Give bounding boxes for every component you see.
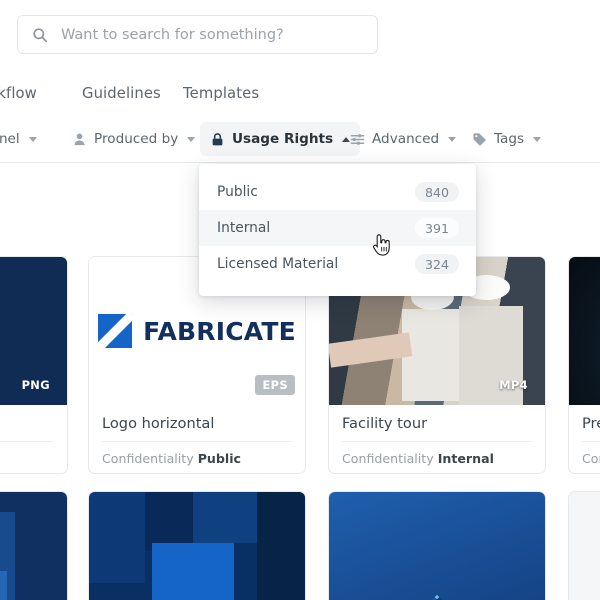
asset-meta: Confidentiality Internal [342,441,532,466]
asset-card-body: Pre Con [569,405,600,473]
asset-card[interactable]: Pre Con [568,256,600,474]
dropdown-option-count: 391 [414,218,459,238]
asset-meta-label: Confidentiality [102,451,194,466]
format-badge: MP4 [499,378,528,392]
asset-thumbnail [569,492,600,600]
filter-produced-by-label: Produced by [94,131,179,147]
nav-tabs: orkflow Guidelines Templates [0,76,600,110]
chevron-down-icon [28,136,37,142]
nav-tab-guidelines[interactable]: Guidelines [82,85,161,102]
asset-thumbnail [569,257,600,405]
format-badge: EPS [255,375,295,395]
search-bar[interactable] [17,15,378,54]
filter-channel[interactable]: annel [0,122,47,156]
nav-tab-workflow[interactable]: orkflow [0,85,37,102]
dropdown-option-licensed-material[interactable]: Licensed Material 324 [199,246,476,282]
asset-thumbnail [0,492,67,600]
nav-tab-templates[interactable]: Templates [183,85,259,102]
format-badge: PNG [21,378,50,392]
dropdown-option-label: Public [217,184,258,200]
asset-thumbnail [89,492,305,600]
fabricate-logo: FABRICATE [98,314,296,348]
dropdown-option-count: 324 [414,254,459,274]
tag-icon [472,132,487,147]
app-root: orkflow Guidelines Templates annel Produ… [0,0,600,600]
asset-title: Pre [582,415,600,432]
filter-produced-by[interactable]: Produced by [62,122,205,156]
dropdown-option-label: Licensed Material [217,256,339,272]
chevron-down-icon [187,136,196,142]
fabricate-logo-wordmark: FABRICATE [143,316,296,346]
chevron-down-icon [533,136,542,142]
asset-meta-value: Public [197,451,242,466]
dropdown-option-public[interactable]: Public 840 [199,174,476,210]
dropdown-option-count: 840 [414,182,459,202]
dropdown-option-internal[interactable]: Internal 391 [199,210,476,246]
asset-meta-label: Con [582,451,600,466]
sliders-icon [350,132,365,147]
person-icon [72,132,87,147]
filter-bar: annel Produced by Usage Rights [0,115,600,163]
asset-grid: ATE PNG d FABRICA [0,248,600,600]
asset-thumbnail: ATE PNG [0,257,67,405]
asset-title: d [0,415,54,441]
filter-usage-rights-label: Usage Rights [232,131,334,147]
filter-advanced[interactable]: Advanced [340,122,466,156]
chevron-down-icon [448,136,457,142]
asset-card[interactable] [328,491,546,600]
filter-tags[interactable]: Tags [462,122,551,156]
search-bar-container [17,15,378,54]
asset-grid-row-2 [0,483,600,600]
thumbnail-art-dark [569,257,600,405]
filter-channel-label: annel [0,131,20,147]
filter-tags-label: Tags [494,131,525,147]
filter-usage-rights[interactable]: Usage Rights [200,122,361,156]
fabricate-logo-mark-icon [98,314,133,348]
asset-meta-value: Internal [437,451,494,466]
asset-card[interactable] [0,491,68,600]
asset-title: Logo horizontal [102,415,215,432]
asset-card-body: d [0,405,67,473]
search-icon [32,27,48,43]
dropdown-option-label: Internal [217,220,271,236]
asset-thumbnail [329,492,545,600]
filter-advanced-label: Advanced [372,131,440,147]
asset-title: Facility tour [342,415,428,432]
asset-card[interactable]: ATE PNG d [0,256,68,474]
asset-meta: Con [582,441,600,466]
asset-meta [0,441,54,451]
asset-card[interactable] [568,491,600,600]
usage-rights-dropdown: Public 840 Internal 391 Licensed Materia… [199,164,476,296]
asset-meta: Confidentiality Public [102,441,292,466]
asset-card-body: Facility tour Confidentiality Internal [329,405,545,473]
asset-card[interactable] [88,491,306,600]
search-input[interactable] [59,25,363,44]
asset-card-body: Logo horizontal Confidentiality Public [89,405,305,473]
lock-icon [210,132,225,147]
asset-meta-label: Confidentiality [342,451,434,466]
